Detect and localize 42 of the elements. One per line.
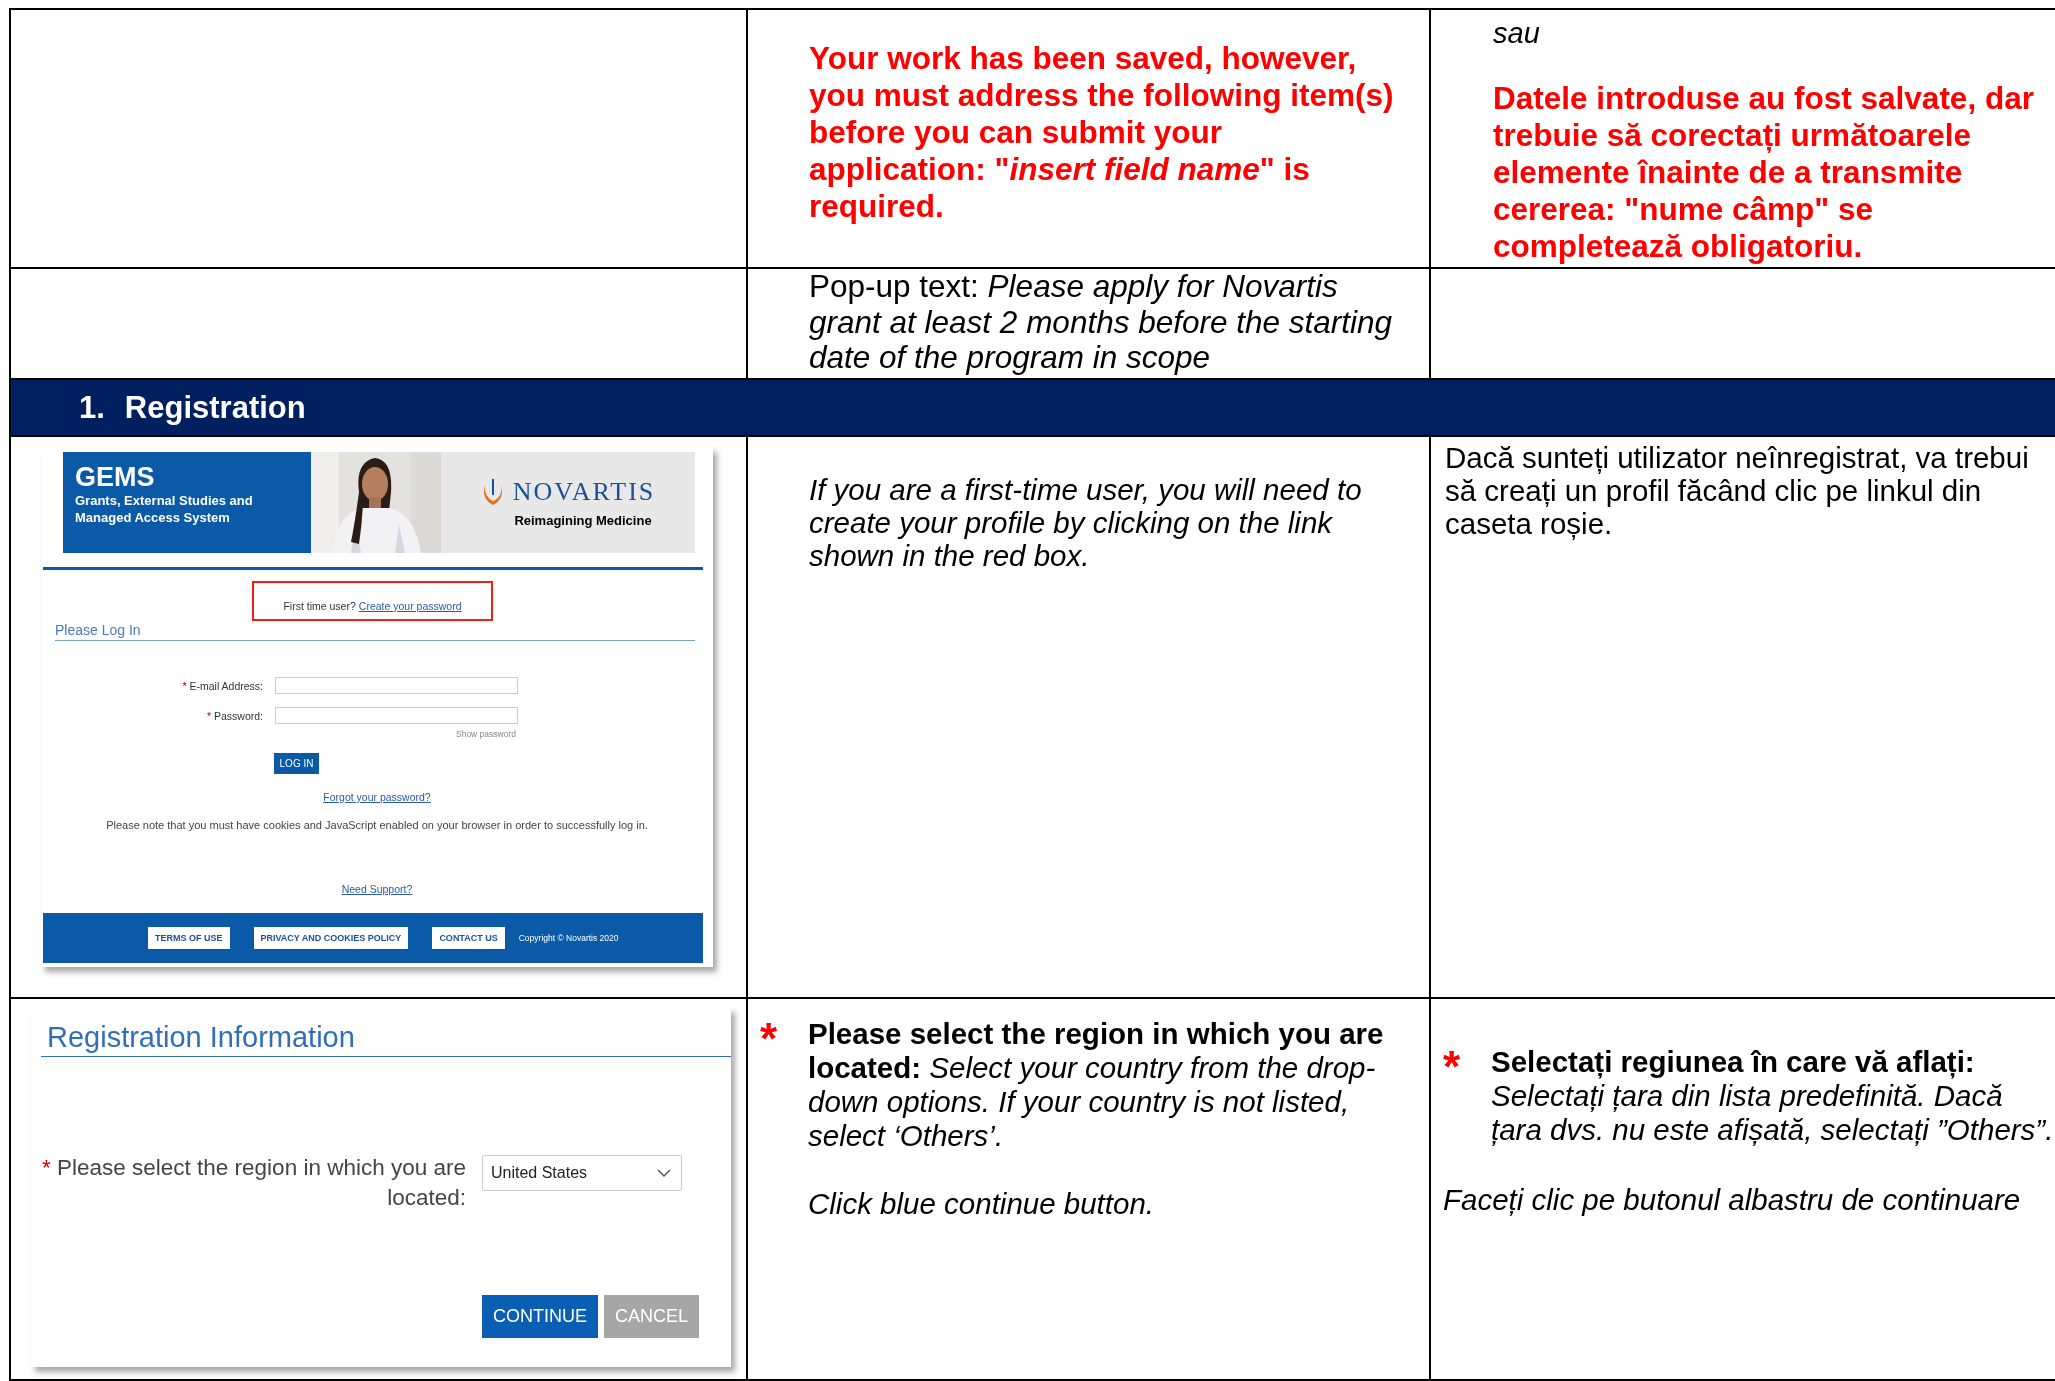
footer-button[interactable]: PRIVACY AND COOKIES POLICY bbox=[253, 927, 409, 949]
banner-title: GEMS bbox=[75, 462, 156, 492]
copyright-text: Copyright © Novartis 2020 bbox=[518, 933, 619, 943]
required-mark: * bbox=[206, 709, 212, 722]
field-label: Please select the region in which you are located: bbox=[57, 1155, 466, 1210]
cookies-note: Please note that you must have cookies and JavaScript enabled on your browser in order to successfully log in. bbox=[105, 819, 649, 831]
instruction-text: If you are a first-time user, you will need to create your profile by clicking on the link shown in the red box. bbox=[809, 473, 1363, 572]
popup-text: Pop-up text: Please apply for Novartis grant at least 2 months before the starting date of the program in scope bbox=[809, 269, 1394, 376]
instruction-text: Dacă sunteți utilizator neînregistrat, va trebui să creați un profil făcând clic pe linkul din caseta roșie. bbox=[1445, 441, 2030, 540]
connector-text: sau bbox=[1493, 16, 1541, 50]
instruction-text: Selectați regiunea în care vă aflați: Selectați țara din lista predefinită. Dacă țara dvs. nu este afișată, selectați ”Others”. bbox=[1491, 1045, 2055, 1147]
region-dropdown[interactable]: United States bbox=[482, 1155, 682, 1191]
banner-subtitle: Grants, External Studies and Managed Access System bbox=[75, 492, 254, 526]
section-number: 1. bbox=[79, 389, 105, 426]
instruction-text: Please select the region in which you are located: Select your country from the drop-down options. If your country is not listed, select ‘Others’. bbox=[808, 1017, 1385, 1153]
input-field[interactable] bbox=[275, 707, 518, 724]
login-heading: Please Log In bbox=[55, 622, 695, 641]
field-label: E-mail Address: bbox=[189, 679, 263, 692]
form-heading: Registration Information bbox=[41, 1015, 731, 1057]
footer-button[interactable]: CONTACT US bbox=[432, 927, 505, 949]
brand-tagline: Reimagining Medicine bbox=[514, 513, 652, 528]
required-mark: * bbox=[760, 1017, 779, 1061]
field-label: Password: bbox=[213, 709, 263, 722]
error-message: Your work has been saved, however, you must address the following item(s) before you can submit your application: "insert field name" is required. bbox=[809, 40, 1395, 225]
first-time-prompt: First time user? bbox=[283, 600, 356, 612]
support-link[interactable]: Need Support? bbox=[341, 883, 413, 895]
create-password-link[interactable]: Create your password bbox=[358, 600, 462, 612]
required-mark: * bbox=[1443, 1045, 1462, 1089]
section-title: Registration bbox=[124, 389, 306, 426]
login-button[interactable]: LOG IN bbox=[274, 753, 319, 774]
action-text: Click blue continue button. bbox=[808, 1187, 1156, 1221]
show-password-link[interactable]: Show password bbox=[456, 729, 516, 739]
footer-button[interactable]: TERMS OF USE bbox=[148, 927, 230, 949]
action-text: Faceți clic pe butonul albastru de continuare bbox=[1443, 1183, 2022, 1217]
forgot-password-link[interactable]: Forgot your password? bbox=[323, 791, 431, 803]
error-message: Datele introduse au fost salvate, dar trebuie să corectați următoarele elemente înainte de a transmite cererea: "nume câmp" se completează obligatoriu. bbox=[1493, 80, 2035, 265]
chevron-down-icon bbox=[657, 1168, 671, 1178]
brand-name: NOVARTIS bbox=[512, 477, 656, 507]
required-mark: * bbox=[182, 679, 187, 692]
input-field[interactable] bbox=[275, 677, 518, 694]
continue-button[interactable]: CONTINUE bbox=[482, 1295, 598, 1338]
required-mark: * bbox=[41, 1155, 51, 1180]
